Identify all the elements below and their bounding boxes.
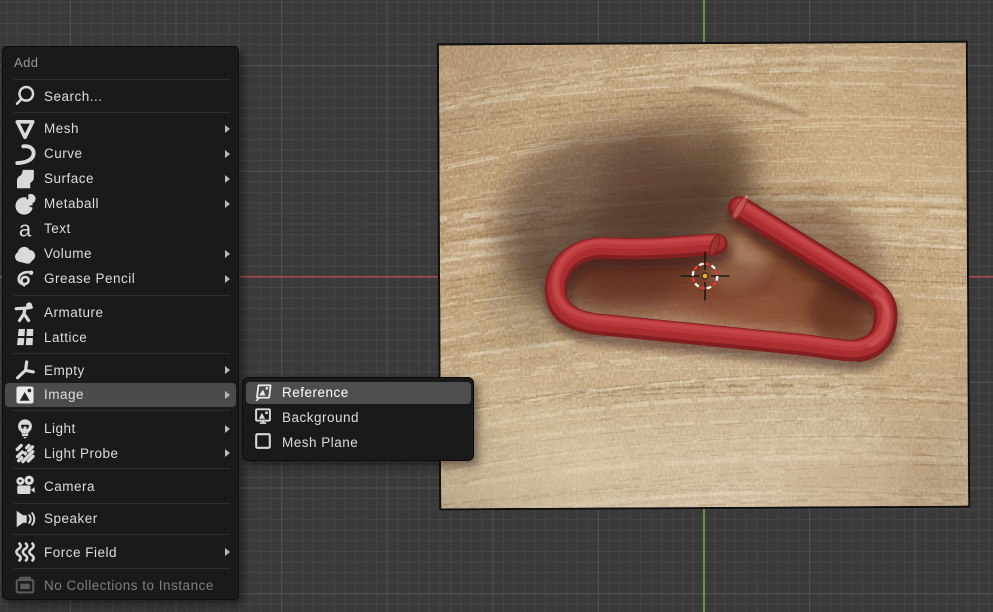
svg-text:a: a bbox=[19, 218, 32, 240]
